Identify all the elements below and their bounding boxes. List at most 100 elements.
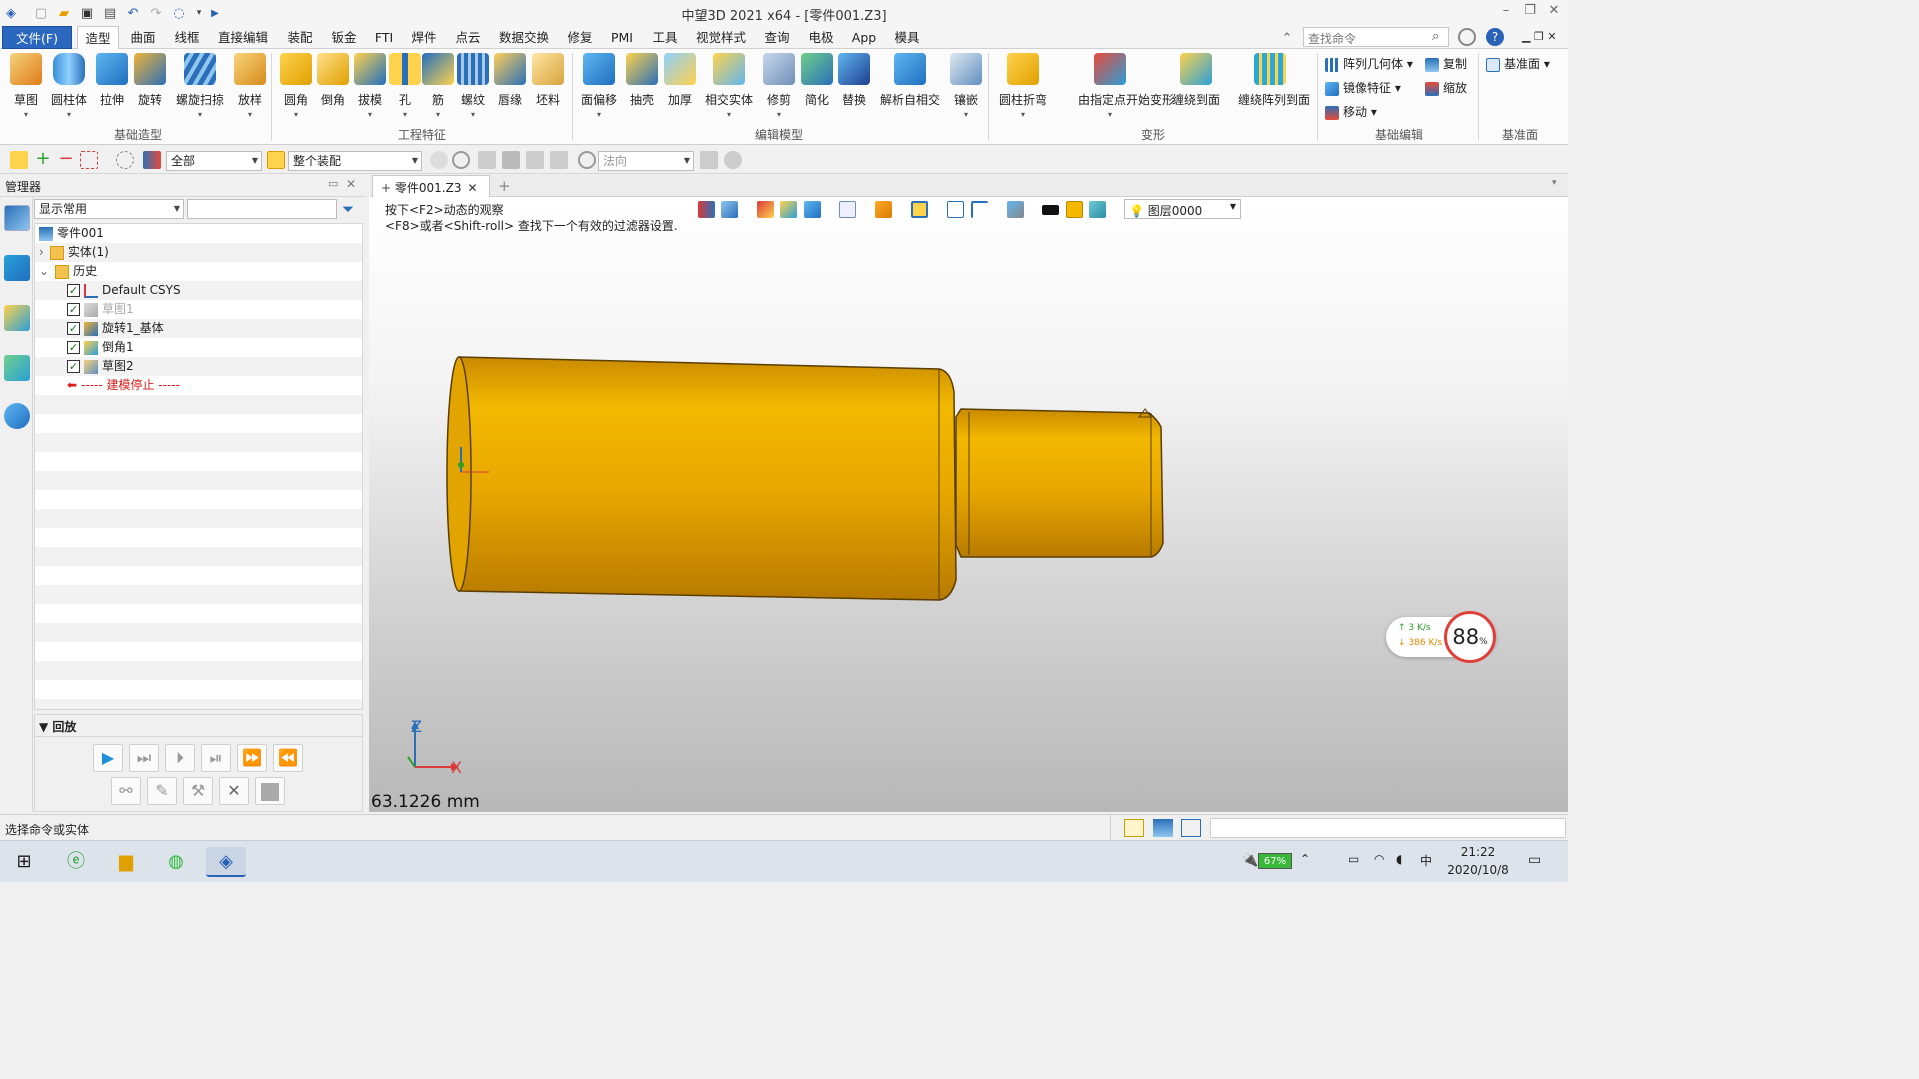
tab-direct-edit[interactable]: 直接编辑 bbox=[213, 26, 273, 49]
tree-item-revolve[interactable]: ✓ 旋转1_基体 bbox=[67, 319, 164, 338]
wrap-face-button[interactable]: 缠绕到面 bbox=[1172, 53, 1220, 133]
filter-combo[interactable]: 全部 ▼ bbox=[166, 151, 262, 171]
tab-list-icon[interactable]: ▾ bbox=[1552, 178, 1557, 188]
collapse-ribbon-icon[interactable]: ⌃ bbox=[1278, 29, 1296, 47]
tree-item-sketch2[interactable]: ✓ 草图2 bbox=[67, 357, 134, 376]
tab-fti[interactable]: FTI bbox=[368, 26, 400, 49]
datum-plane-button[interactable]: 基准面 ▾ bbox=[1486, 54, 1550, 74]
tab-wireframe[interactable]: 线框 bbox=[167, 26, 207, 49]
rotate-lock-icon[interactable] bbox=[452, 151, 470, 169]
visibility-checkbox[interactable]: ✓ bbox=[67, 322, 80, 335]
wifi-icon[interactable]: ◠ bbox=[1374, 852, 1384, 866]
settings-small-icon[interactable] bbox=[724, 151, 742, 169]
section-view-icon[interactable] bbox=[971, 201, 988, 218]
visibility-checkbox[interactable]: ✓ bbox=[67, 341, 80, 354]
exit-view-icon[interactable] bbox=[698, 201, 715, 218]
tree-item-history[interactable]: ⌄ 历史 bbox=[39, 262, 97, 281]
pin-icon[interactable]: ▭ bbox=[328, 177, 338, 190]
search-icon[interactable]: ⌕ bbox=[1432, 29, 1439, 44]
view-cube-icon[interactable] bbox=[839, 201, 856, 218]
playback-header[interactable]: ▼ 回放 bbox=[35, 715, 362, 737]
assembly-scope-icon[interactable] bbox=[267, 151, 285, 169]
tab-sheet-metal[interactable]: 钣金 bbox=[324, 26, 364, 49]
zw3d-taskbar-icon[interactable]: ◈ bbox=[206, 847, 246, 877]
pick-vertex-icon[interactable] bbox=[526, 151, 544, 169]
pick-face-icon[interactable] bbox=[478, 151, 496, 169]
stock-button[interactable]: 坯料 bbox=[528, 53, 568, 133]
3d-viewport[interactable]: 按下<F2>动态的观察 <F8>或者<Shift-roll> 查找下一个有效的过… bbox=[369, 197, 1568, 812]
close-panel-icon[interactable]: ✕ bbox=[346, 177, 356, 191]
tab-tools[interactable]: 工具 bbox=[645, 26, 685, 49]
command-input[interactable] bbox=[1210, 818, 1566, 838]
gear-icon[interactable] bbox=[1458, 28, 1476, 46]
box-select-icon[interactable] bbox=[80, 151, 98, 169]
collapse-icon[interactable]: ⌄ bbox=[39, 264, 49, 278]
play-once-button[interactable]: ⏵ bbox=[165, 744, 195, 772]
close-button[interactable]: ✕ bbox=[1542, 3, 1566, 23]
display-filter-icon[interactable] bbox=[911, 201, 928, 218]
tab-query[interactable]: 查询 bbox=[757, 26, 797, 49]
rewind-button[interactable]: ⏪ bbox=[273, 744, 303, 772]
minimize-button[interactable]: – bbox=[1494, 3, 1518, 23]
tree-item-solids[interactable]: › 实体(1) bbox=[39, 243, 109, 262]
large-cylinder[interactable] bbox=[458, 356, 957, 601]
tab-app[interactable]: App bbox=[846, 26, 882, 49]
cylinder-bend-button[interactable]: 圆柱折弯 ▾ bbox=[999, 53, 1047, 133]
windows-start-icon[interactable]: ⊞ bbox=[4, 847, 44, 877]
snap-icon[interactable] bbox=[430, 151, 448, 169]
tab-assembly[interactable]: 装配 bbox=[280, 26, 320, 49]
edit-pencil-button[interactable]: ✎ bbox=[147, 777, 177, 805]
tab-mold[interactable]: 模具 bbox=[887, 26, 927, 49]
shaded-icon[interactable] bbox=[780, 201, 797, 218]
visibility-checkbox[interactable]: ✓ bbox=[67, 284, 80, 297]
assembly-scope-combo[interactable]: 整个装配 ▼ bbox=[288, 151, 422, 171]
pick-cursor-icon[interactable] bbox=[550, 151, 568, 169]
tree-item-stop-marker[interactable]: ⬅ ----- 建模停止 ----- bbox=[67, 376, 180, 395]
clock-time[interactable]: 21:22 bbox=[1448, 845, 1508, 859]
tab-point-cloud[interactable]: 点云 bbox=[448, 26, 488, 49]
doc-tab-part001[interactable]: + 零件001.Z3 ✕ bbox=[372, 175, 490, 197]
tab-data-exchange[interactable]: 数据交换 bbox=[493, 26, 555, 49]
tree-item-csys[interactable]: ✓ Default CSYS bbox=[67, 281, 181, 300]
tree-item-sketch1[interactable]: ✓ 草图1 bbox=[67, 300, 134, 319]
keyboard-icon[interactable]: ▭ bbox=[1348, 852, 1359, 866]
tree-filter-input[interactable] bbox=[187, 199, 337, 219]
lasso-select-icon[interactable] bbox=[116, 151, 134, 169]
play-to-end-button[interactable]: ⏯ bbox=[201, 744, 231, 772]
emboss-button[interactable]: 镶嵌 ▾ bbox=[946, 53, 986, 133]
clock-icon[interactable] bbox=[578, 151, 596, 169]
layer-tree-icon[interactable] bbox=[1007, 201, 1024, 218]
large-cylinder-end[interactable] bbox=[446, 356, 472, 592]
doc-min-icon[interactable]: ▁ ❐ ✕ bbox=[1522, 30, 1557, 43]
visibility-checkbox[interactable]: ✓ bbox=[67, 360, 80, 373]
shaded-edges-icon[interactable] bbox=[804, 201, 821, 218]
self-intersect-button[interactable]: 解析自相交 bbox=[880, 53, 940, 133]
remove-icon[interactable]: − bbox=[57, 150, 75, 169]
wrap-pattern-button[interactable]: 缠绕阵列到面 bbox=[1238, 53, 1310, 133]
tool-button[interactable]: ⚒ bbox=[183, 777, 213, 805]
visibility-checkbox[interactable]: ✓ bbox=[67, 303, 80, 316]
orient-icon[interactable] bbox=[875, 201, 892, 218]
volume-icon[interactable]: ◖ bbox=[1396, 852, 1402, 866]
maximize-button[interactable]: ❐ bbox=[1518, 3, 1542, 23]
pick-edge-icon[interactable] bbox=[502, 151, 520, 169]
assembly-tree-icon[interactable] bbox=[4, 255, 30, 281]
select-arrow-icon[interactable] bbox=[10, 151, 28, 169]
tab-visual-style[interactable]: 视觉样式 bbox=[690, 26, 752, 49]
grid-toggle-icon[interactable] bbox=[1124, 819, 1144, 837]
link-button[interactable]: ⚯ bbox=[111, 777, 141, 805]
color-black-swatch[interactable] bbox=[1042, 205, 1059, 215]
layout-toggle-icon[interactable] bbox=[1181, 819, 1201, 837]
tab-pmi[interactable]: PMI bbox=[604, 26, 640, 49]
file-menu[interactable]: 文件(F) bbox=[2, 26, 72, 49]
image-manager-icon[interactable] bbox=[4, 355, 30, 381]
helix-sweep-button[interactable]: 螺旋扫掠 ▾ bbox=[176, 53, 224, 133]
new-tab-icon[interactable]: + bbox=[498, 177, 511, 195]
part-model[interactable] bbox=[439, 347, 1179, 607]
tab-weldment[interactable]: 焊件 bbox=[404, 26, 444, 49]
display-combo[interactable]: 显示常用 ▼ bbox=[34, 199, 184, 219]
filter-icon[interactable] bbox=[143, 151, 161, 169]
scale-button[interactable]: 缩放 bbox=[1425, 78, 1467, 98]
user-icon[interactable] bbox=[4, 403, 30, 429]
replace-button[interactable]: 替换 bbox=[834, 53, 874, 133]
